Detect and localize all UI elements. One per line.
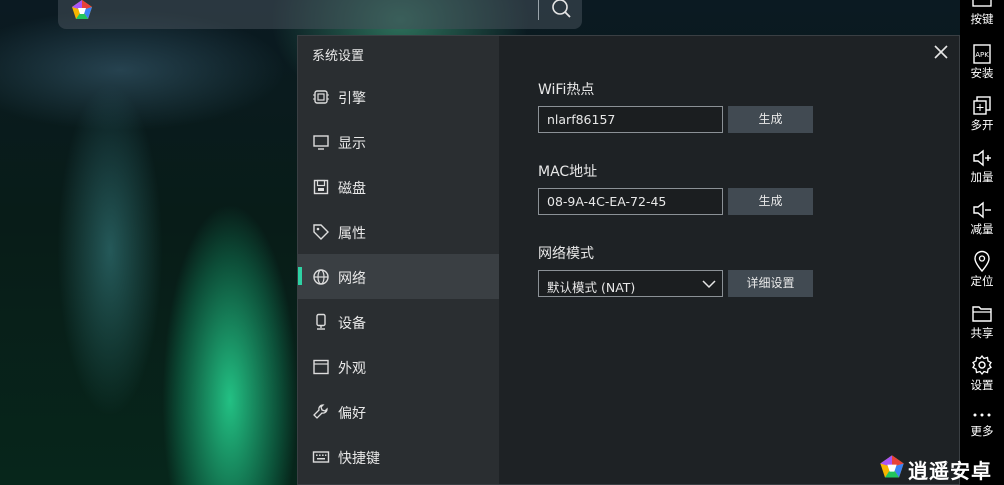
watermark-text: 逍遥安卓 bbox=[908, 459, 992, 483]
nav-label: 引擎 bbox=[338, 91, 366, 107]
search-separator bbox=[538, 0, 539, 20]
volume-down-icon bbox=[973, 201, 991, 219]
toolbar-location[interactable]: 定位 bbox=[960, 250, 1004, 302]
toolbar-label: 多开 bbox=[970, 118, 994, 132]
toolbar-share[interactable]: 共享 bbox=[960, 304, 1004, 356]
apk-icon: APK bbox=[973, 44, 991, 64]
network-mode-title: 网络模式 bbox=[538, 246, 594, 262]
toolbar-label: 安装 bbox=[970, 66, 994, 80]
toolbar-install-apk[interactable]: APK 安装 bbox=[960, 44, 1004, 96]
toolbar-label: 更多 bbox=[970, 424, 994, 438]
nav-item-disk[interactable]: 磁盘 bbox=[298, 164, 499, 209]
toolbar-label: 加量 bbox=[970, 170, 994, 184]
folder-icon bbox=[972, 306, 992, 322]
search-icon[interactable] bbox=[548, 0, 574, 22]
gear-icon bbox=[972, 354, 992, 376]
device-icon bbox=[316, 313, 326, 330]
toolbar-label: 设置 bbox=[970, 378, 994, 392]
dialog-title: 系统设置 bbox=[312, 49, 365, 64]
toolbar-label: 共享 bbox=[970, 326, 994, 340]
chevron-down-icon bbox=[702, 280, 716, 289]
advanced-settings-button[interactable]: 详细设置 bbox=[728, 270, 813, 297]
network-mode-value: 默认模式 (NAT) bbox=[547, 280, 636, 295]
toolbar-volume-down[interactable]: 减量 bbox=[960, 200, 1004, 252]
nav-label: 设备 bbox=[338, 316, 366, 332]
disk-icon bbox=[313, 179, 329, 195]
settings-dialog: 系统设置 引擎 显示 磁盘 属性 网络 设备 外观 偏好 快捷键 WiFi热点 … bbox=[297, 35, 960, 485]
nav-item-shortcuts[interactable]: 快捷键 bbox=[298, 434, 499, 479]
multi-instance-icon bbox=[973, 96, 991, 115]
toolbar-volume-up[interactable]: 加量 bbox=[960, 148, 1004, 200]
globe-icon bbox=[313, 269, 329, 285]
nav-label: 显示 bbox=[338, 136, 366, 152]
tag-icon bbox=[313, 224, 329, 240]
wifi-title: WiFi热点 bbox=[538, 82, 595, 98]
nav-item-engine[interactable]: 引擎 bbox=[298, 74, 499, 119]
keymap-icon bbox=[972, 0, 992, 7]
search-bar[interactable] bbox=[58, 0, 582, 29]
location-icon bbox=[974, 250, 990, 272]
nav-item-display[interactable]: 显示 bbox=[298, 119, 499, 164]
right-toolbar: 按键 APK 安装 多开 加量 减量 定位 共享 设置 更多 bbox=[960, 0, 1004, 485]
nav-label: 偏好 bbox=[338, 406, 366, 422]
watermark: 逍遥安卓 bbox=[878, 453, 998, 483]
more-icon bbox=[973, 413, 991, 417]
watermark-logo-icon bbox=[880, 455, 904, 478]
toolbar-label: 减量 bbox=[970, 222, 994, 236]
settings-sidebar: 系统设置 引擎 显示 磁盘 属性 网络 设备 外观 偏好 快捷键 bbox=[298, 36, 499, 484]
toolbar-label: 按键 bbox=[970, 12, 994, 26]
mac-input[interactable] bbox=[538, 188, 723, 215]
nav-item-device[interactable]: 设备 bbox=[298, 299, 499, 344]
keyboard-icon bbox=[312, 451, 330, 463]
window-icon bbox=[313, 359, 329, 375]
nav-label: 属性 bbox=[338, 226, 366, 242]
toolbar-label: 定位 bbox=[970, 274, 994, 288]
nav-item-appearance[interactable]: 外观 bbox=[298, 344, 499, 389]
nav-item-properties[interactable]: 属性 bbox=[298, 209, 499, 254]
toolbar-multi-instance[interactable]: 多开 bbox=[960, 96, 1004, 148]
volume-up-icon bbox=[973, 149, 991, 167]
mac-title: MAC地址 bbox=[538, 164, 598, 180]
wrench-icon bbox=[313, 404, 328, 419]
chip-icon bbox=[313, 90, 329, 104]
monitor-icon bbox=[313, 135, 329, 150]
nav-label: 外观 bbox=[338, 361, 366, 377]
close-icon[interactable] bbox=[931, 42, 951, 62]
app-logo-icon bbox=[72, 0, 92, 19]
nav-label: 磁盘 bbox=[338, 181, 366, 197]
active-indicator bbox=[298, 267, 302, 285]
nav-item-preferences[interactable]: 偏好 bbox=[298, 389, 499, 434]
nav-item-network[interactable]: 网络 bbox=[298, 254, 499, 299]
toolbar-keymap[interactable]: 按键 bbox=[960, 0, 1004, 44]
toolbar-settings[interactable]: 设置 bbox=[960, 354, 1004, 406]
nav-label: 快捷键 bbox=[338, 451, 380, 467]
mac-generate-button[interactable]: 生成 bbox=[728, 188, 813, 215]
wifi-generate-button[interactable]: 生成 bbox=[728, 106, 813, 133]
nav-label: 网络 bbox=[338, 271, 366, 287]
network-mode-select[interactable]: 默认模式 (NAT) bbox=[538, 270, 723, 297]
wifi-input[interactable] bbox=[538, 106, 723, 133]
svg-text:APK: APK bbox=[975, 51, 989, 59]
